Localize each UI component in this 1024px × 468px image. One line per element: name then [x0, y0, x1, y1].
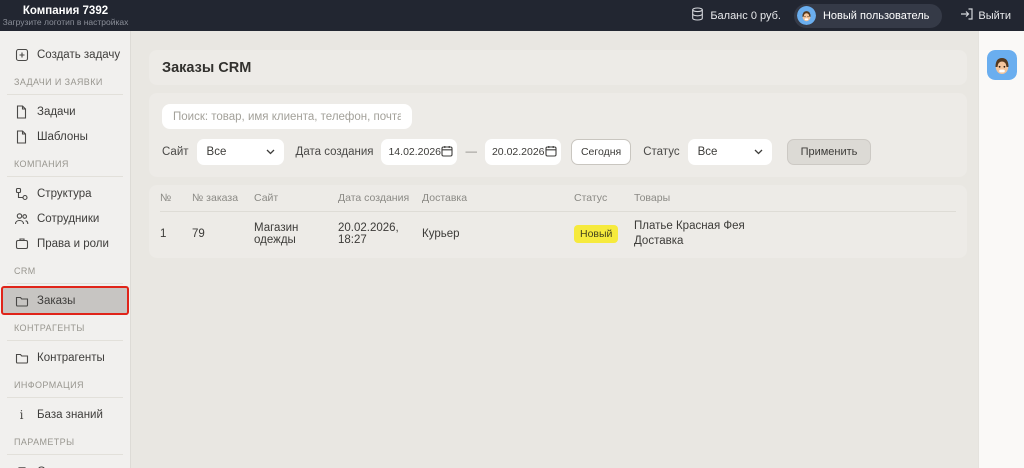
date-range-dash: — — [465, 146, 477, 158]
user-menu[interactable]: Новый пользователь — [794, 4, 942, 28]
col-delivery: Доставка — [422, 192, 574, 204]
divider — [7, 397, 123, 398]
divider — [7, 94, 123, 95]
page-title: Заказы CRM — [162, 60, 251, 76]
filters-panel: Сайт Все Дата создания 14.02.2026 — 20.0… — [149, 93, 967, 177]
sidebar-item-label: Создать задачу — [37, 49, 120, 61]
document-icon — [14, 105, 29, 119]
sidebar-item-templates[interactable]: Шаблоны — [0, 124, 130, 149]
status-select-value: Все — [698, 146, 718, 158]
logout-icon — [960, 8, 973, 23]
balance-indicator[interactable]: Баланс 0 руб. — [691, 7, 781, 24]
right-rail — [978, 31, 1024, 468]
support-chat-avatar-button[interactable] — [987, 50, 1017, 80]
sidebar-item-label: Шаблоны — [37, 131, 88, 143]
sidebar-section-information: ИНФОРМАЦИЯ — [14, 380, 130, 393]
col-status: Статус — [574, 192, 634, 204]
topbar: Компания 7392 Загрузите логотип в настро… — [0, 0, 1024, 31]
orders-table: № № заказа Сайт Дата создания Доставка С… — [149, 185, 967, 258]
hierarchy-icon — [14, 187, 29, 201]
cell-order-no: 79 — [192, 228, 254, 240]
sidebar-section-contractors: КОНТРАГЕНТЫ — [14, 323, 130, 336]
search-input[interactable] — [162, 104, 412, 129]
cell-created: 20.02.2026, 18:27 — [338, 222, 422, 246]
cell-products: Платье Красная Фея Доставка — [634, 219, 956, 249]
sidebar-item-employees[interactable]: Сотрудники — [0, 206, 130, 231]
col-products: Товары — [634, 192, 956, 204]
sidebar-item-structure[interactable]: Структура — [0, 181, 130, 206]
divider — [7, 454, 123, 455]
date-filter-label: Дата создания — [296, 146, 374, 158]
cell-delivery: Курьер — [422, 228, 574, 240]
date-from-value: 14.02.2026 — [388, 146, 441, 158]
sidebar-item-payment[interactable]: Оплата — [0, 459, 130, 468]
sidebar: Создать задачу ЗАДАЧИ И ЗАЯВКИ Задачи Ша… — [0, 31, 131, 468]
sidebar-section-tasks: ЗАДАЧИ И ЗАЯВКИ — [14, 77, 130, 90]
main-content: Заказы CRM Сайт Все Дата создания 14.02.… — [131, 31, 978, 468]
product-line: Платье Красная Фея — [634, 219, 956, 234]
info-icon: i — [14, 408, 29, 422]
date-to-value: 20.02.2026 — [492, 146, 545, 158]
logout-button[interactable]: Выйти — [960, 8, 1011, 23]
document-icon — [14, 130, 29, 144]
site-select-value: Все — [207, 146, 227, 158]
site-filter-label: Сайт — [162, 146, 189, 158]
col-order-no: № заказа — [192, 192, 254, 204]
sidebar-item-knowledge-base[interactable]: i База знаний — [0, 402, 130, 427]
sidebar-item-label: Контрагенты — [37, 352, 105, 364]
database-icon — [691, 7, 704, 24]
page-header: Заказы CRM — [149, 50, 967, 85]
sidebar-item-label: Сотрудники — [37, 213, 99, 225]
sidebar-item-contractors[interactable]: Контрагенты — [0, 345, 130, 370]
col-created: Дата создания — [338, 192, 422, 204]
col-num: № — [160, 192, 192, 204]
balance-label: Баланс 0 руб. — [710, 10, 781, 22]
sidebar-item-label: Структура — [37, 188, 92, 200]
calendar-icon — [545, 145, 557, 160]
user-avatar — [797, 6, 816, 25]
sidebar-section-company: КОМПАНИЯ — [14, 159, 130, 172]
sidebar-item-roles[interactable]: Права и роли — [0, 231, 130, 256]
user-name: Новый пользователь — [823, 10, 929, 22]
date-from-input[interactable]: 14.02.2026 — [381, 139, 457, 165]
folder-icon — [14, 352, 29, 364]
col-site: Сайт — [254, 192, 338, 204]
table-header-row: № № заказа Сайт Дата создания Доставка С… — [160, 185, 956, 212]
people-icon — [14, 212, 29, 225]
date-to-input[interactable]: 20.02.2026 — [485, 139, 561, 165]
product-line: Доставка — [634, 234, 956, 249]
sidebar-section-crm: CRM — [14, 266, 130, 279]
cell-num: 1 — [160, 228, 192, 240]
status-badge: Новый — [574, 225, 618, 243]
sidebar-item-label: Права и роли — [37, 238, 109, 250]
chevron-down-icon — [754, 146, 763, 158]
company-block: Компания 7392 Загрузите логотип в настро… — [0, 3, 131, 28]
sidebar-item-orders[interactable]: Заказы — [3, 288, 127, 313]
status-select[interactable]: Все — [688, 139, 772, 165]
table-row[interactable]: 1 79 Магазин одежды 20.02.2026, 18:27 Ку… — [160, 212, 956, 258]
sidebar-item-label: Задачи — [37, 106, 76, 118]
site-select[interactable]: Все — [197, 139, 284, 165]
briefcase-icon — [14, 237, 29, 250]
status-filter-label: Статус — [643, 146, 679, 158]
apply-button[interactable]: Применить — [787, 139, 872, 165]
sidebar-section-parameters: ПАРАМЕТРЫ — [14, 437, 130, 450]
today-button[interactable]: Сегодня — [571, 139, 631, 165]
chevron-down-icon — [266, 146, 275, 158]
sidebar-item-create-task[interactable]: Создать задачу — [0, 42, 130, 67]
company-subtitle: Загрузите логотип в настройках — [0, 18, 131, 28]
divider — [7, 283, 123, 284]
sidebar-item-tasks[interactable]: Задачи — [0, 99, 130, 124]
cell-site: Магазин одежды — [254, 222, 338, 246]
sidebar-item-label: База знаний — [37, 409, 103, 421]
divider — [7, 340, 123, 341]
folder-icon — [14, 295, 29, 307]
create-task-icon — [14, 48, 29, 62]
calendar-icon — [441, 145, 453, 160]
divider — [7, 176, 123, 177]
cell-status: Новый — [574, 225, 634, 243]
logout-label: Выйти — [978, 10, 1011, 22]
sidebar-item-label: Заказы — [37, 295, 75, 307]
